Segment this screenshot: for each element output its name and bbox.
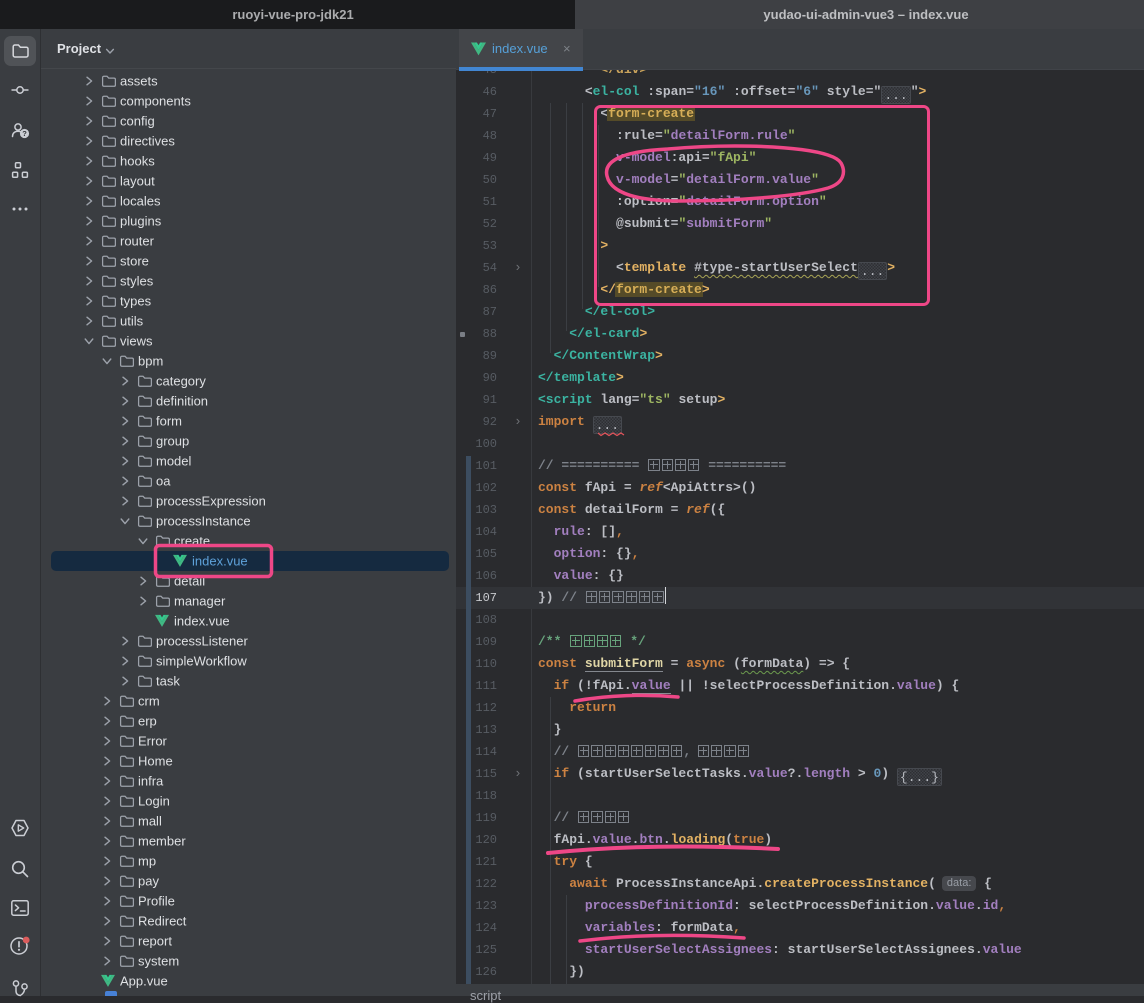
svg-text:?: ? xyxy=(22,129,27,138)
